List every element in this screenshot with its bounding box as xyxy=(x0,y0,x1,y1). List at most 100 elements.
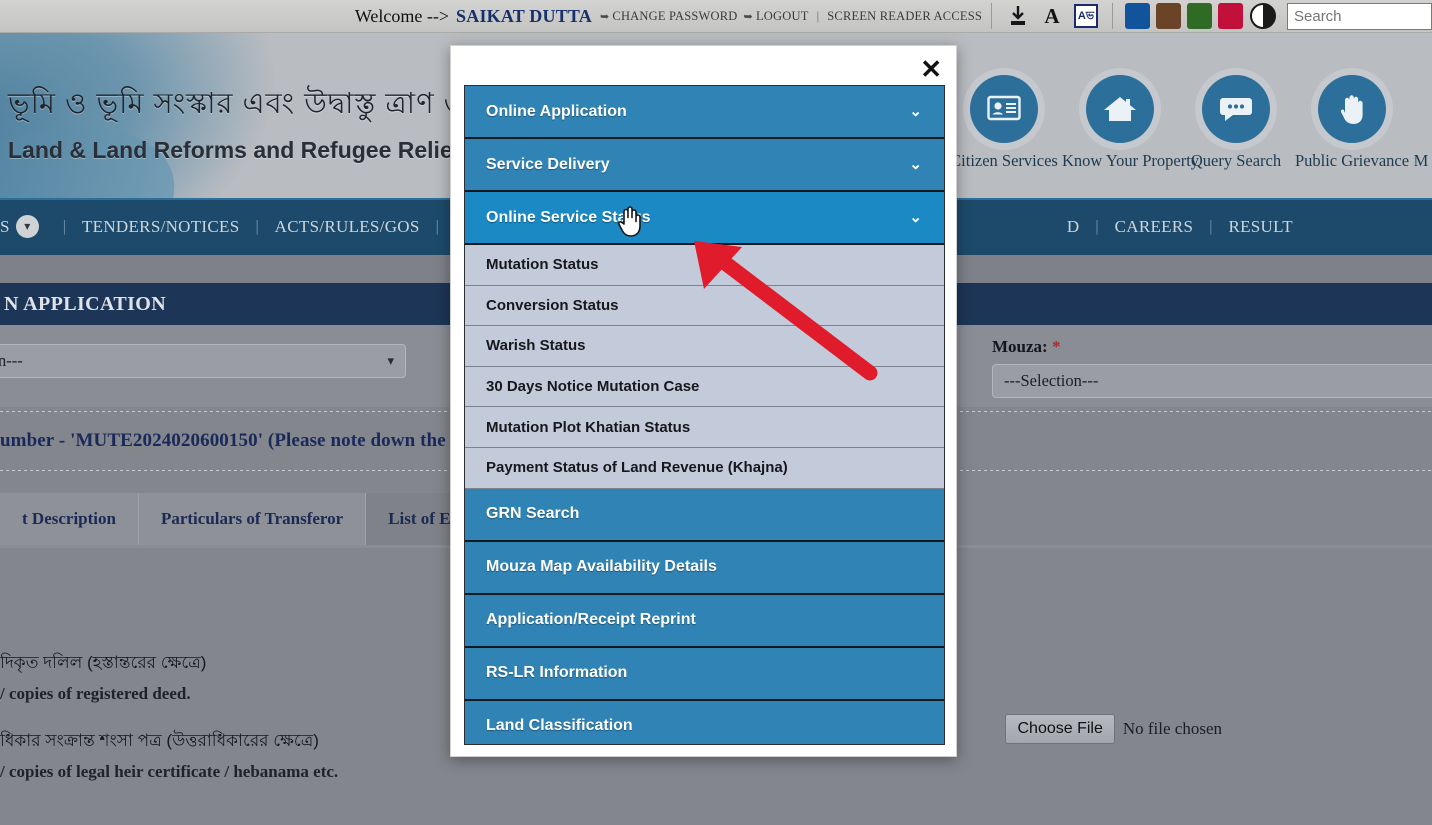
enter-arrow-icon: ➥ xyxy=(600,10,609,23)
left-field-group: n--- ▾ xyxy=(0,337,430,378)
hand-icon xyxy=(1318,75,1386,143)
annotation-arrow xyxy=(670,225,880,390)
menu-item-label: Mutation Plot Khatian Status xyxy=(486,419,690,436)
banner-quicklinks: Citizen Services Know Your Property xyxy=(946,75,1432,171)
nav-item-4[interactable]: D xyxy=(1067,217,1080,237)
screenshot-root: Welcome --> SAIKAT DUTTA ➥ CHANGE PASSWO… xyxy=(0,0,1432,825)
menu-item-label: Mutation Status xyxy=(486,256,599,273)
accordion-header-grn-search[interactable]: GRN Search xyxy=(465,489,944,542)
search-input[interactable] xyxy=(1287,3,1432,30)
chevron-down-icon: ⌄ xyxy=(909,155,922,174)
quicklink-label: Query Search xyxy=(1178,151,1294,171)
tab-description[interactable]: t Description xyxy=(0,493,139,545)
mouza-select[interactable]: ---Selection--- ▾ xyxy=(992,364,1432,398)
accordion-header-application-receipt-reprint[interactable]: Application/Receipt Reprint xyxy=(465,595,944,648)
mouza-label-text: Mouza: xyxy=(992,337,1048,356)
contrast-toggle-icon[interactable] xyxy=(1250,3,1276,29)
nav-item-tenders-notices[interactable]: TENDERS/NOTICES xyxy=(82,217,240,237)
utility-separator: | xyxy=(815,9,822,24)
quicklink-label: Public Grievance xyxy=(1294,151,1410,171)
nav-item-acts-rules-gos[interactable]: ACTS/RULES/GOS xyxy=(275,217,420,237)
chat-bubble-icon xyxy=(1202,75,1270,143)
nav-pipe-5: | xyxy=(1193,218,1228,236)
required-asterisk: * xyxy=(1052,337,1061,356)
accordion-label: GRN Search xyxy=(486,505,579,523)
file-status-label: No file chosen xyxy=(1123,719,1222,739)
translate-glyph: Aভ xyxy=(1074,4,1098,28)
nav-pipe-1: | xyxy=(239,218,274,236)
chevron-down-icon[interactable]: ▾ xyxy=(16,215,39,238)
page-title-text: N APPLICATION xyxy=(0,293,166,316)
file-upload-row: Choose File No file chosen xyxy=(1005,714,1222,744)
quicklink-label: Citizen Services xyxy=(946,151,1062,171)
accordion-label: Application/Receipt Reprint xyxy=(486,611,696,629)
mouza-label: Mouza: * xyxy=(992,337,1432,357)
menu-item-payment-status-land-revenue[interactable]: Payment Status of Land Revenue (Khajna) xyxy=(465,448,944,489)
theme-swatch-blue[interactable] xyxy=(1125,3,1150,29)
accordion-header-online-application[interactable]: Online Application ⌄ xyxy=(465,86,944,139)
download-icon[interactable] xyxy=(1005,3,1031,30)
quicklink-know-your-property[interactable]: Know Your Property xyxy=(1062,75,1178,171)
menu-item-mutation-plot-khatian-status[interactable]: Mutation Plot Khatian Status xyxy=(465,407,944,448)
logout-label: LOGOUT xyxy=(756,9,809,24)
font-size-icon[interactable]: A xyxy=(1039,3,1065,30)
theme-swatch-brown[interactable] xyxy=(1156,3,1181,29)
nav-pipe-4: | xyxy=(1079,218,1114,236)
services-modal: ✕ Online Application ⌄ Service Delivery … xyxy=(450,45,957,757)
toolbar-divider-2 xyxy=(1112,3,1113,29)
tab-label: Particulars of Transferor xyxy=(161,509,343,529)
theme-swatch-red[interactable] xyxy=(1218,3,1243,29)
accordion-header-service-delivery[interactable]: Service Delivery ⌄ xyxy=(465,139,944,192)
font-size-glyph: A xyxy=(1044,6,1059,27)
logged-in-username: SAIKAT DUTTA xyxy=(456,6,592,27)
menu-item-label: Conversion Status xyxy=(486,297,619,314)
chevron-down-icon: ▾ xyxy=(387,353,394,369)
tab-particulars-of-transferor[interactable]: Particulars of Transferor xyxy=(139,493,366,545)
left-select-value: n--- xyxy=(0,351,23,371)
accordion-header-mouza-map-availability[interactable]: Mouza Map Availability Details xyxy=(465,542,944,595)
chevron-down-icon: ⌄ xyxy=(909,102,922,121)
mouse-cursor-pointer-icon xyxy=(616,205,642,242)
accordion-header-land-classification[interactable]: Land Classification xyxy=(465,701,944,745)
quicklink-query-search[interactable]: Query Search xyxy=(1178,75,1294,171)
quicklink-label: M xyxy=(1410,151,1432,171)
quicklink-public-grievance[interactable]: Public Grievance xyxy=(1294,75,1410,171)
accordion-label: Service Delivery xyxy=(486,156,610,174)
accordion-label: Online Application xyxy=(486,103,627,121)
menu-item-label: Payment Status of Land Revenue (Khajna) xyxy=(486,459,788,476)
quicklink-label: Know Your Property xyxy=(1062,151,1178,171)
welcome-label: Welcome --> xyxy=(355,6,449,27)
nav-item-0[interactable]: S xyxy=(0,217,10,237)
tab-label: t Description xyxy=(22,509,116,529)
toolbar-divider-1 xyxy=(991,3,992,29)
change-password-link[interactable]: ➥ CHANGE PASSWORD xyxy=(600,9,738,24)
nav-item-careers[interactable]: CAREERS xyxy=(1115,217,1194,237)
menu-item-label: Warish Status xyxy=(486,337,585,354)
accordion-label: Land Classification xyxy=(486,717,633,735)
nav-item-result[interactable]: RESULT xyxy=(1228,217,1292,237)
welcome-block: Welcome --> SAIKAT DUTTA xyxy=(355,6,592,27)
close-icon[interactable]: ✕ xyxy=(916,54,946,84)
nav-pipe-0: | xyxy=(47,218,82,236)
enclosure-text-english: / copies of legal heir certificate / heb… xyxy=(0,762,1432,782)
change-password-label: CHANGE PASSWORD xyxy=(612,9,737,24)
theme-swatch-green[interactable] xyxy=(1187,3,1212,29)
accordion-label: RS-LR Information xyxy=(486,664,627,682)
accordion-header-rs-lr-information[interactable]: RS-LR Information xyxy=(465,648,944,701)
accordion-label: Mouza Map Availability Details xyxy=(486,558,717,576)
utility-links: ➥ CHANGE PASSWORD ➥ LOGOUT | SCREEN READ… xyxy=(600,9,982,24)
screen-reader-access-link[interactable]: SCREEN READER ACCESS xyxy=(827,9,982,24)
choose-file-button[interactable]: Choose File xyxy=(1005,714,1114,744)
left-select[interactable]: n--- ▾ xyxy=(0,344,406,378)
quicklink-citizen-services[interactable]: Citizen Services xyxy=(946,75,1062,171)
menu-item-label: 30 Days Notice Mutation Case xyxy=(486,378,699,395)
top-utility-bar: Welcome --> SAIKAT DUTTA ➥ CHANGE PASSWO… xyxy=(0,0,1432,33)
quicklink-partial[interactable]: M xyxy=(1410,75,1432,171)
home-icon xyxy=(1086,75,1154,143)
mouza-select-value: ---Selection--- xyxy=(1004,371,1098,391)
logout-arrow-icon: ➥ xyxy=(744,10,753,23)
id-card-icon xyxy=(970,75,1038,143)
mouza-field-group: Mouza: * ---Selection--- ▾ xyxy=(962,337,1432,398)
logout-link[interactable]: ➥ LOGOUT xyxy=(744,9,809,24)
language-translate-icon[interactable]: Aভ xyxy=(1073,3,1099,30)
